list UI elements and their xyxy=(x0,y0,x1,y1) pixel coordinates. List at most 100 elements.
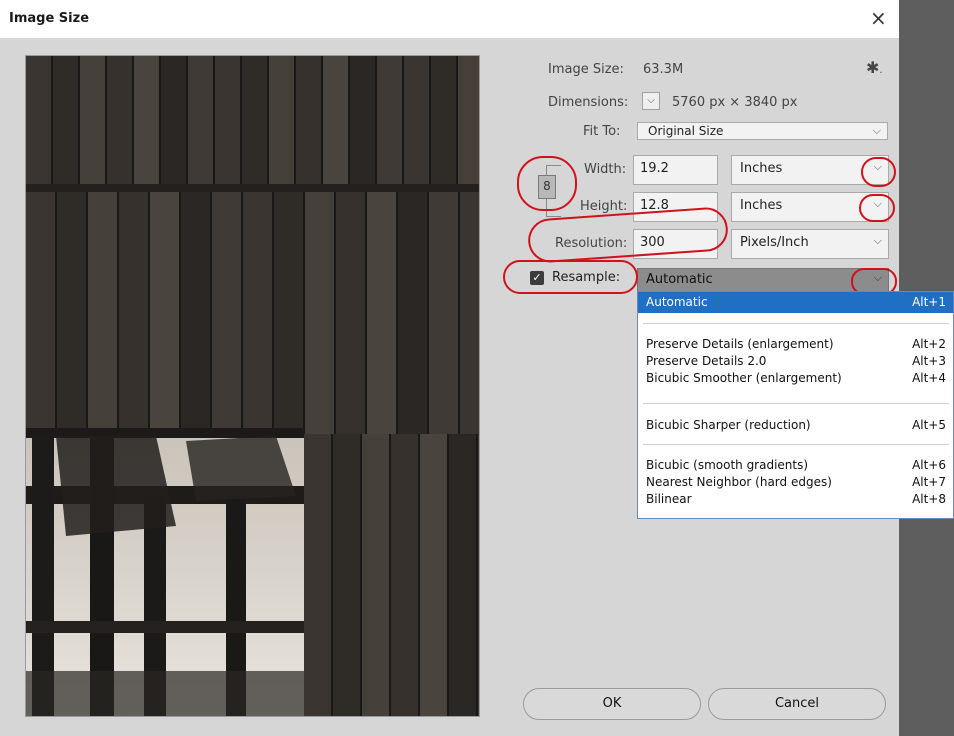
option-shortcut: Alt+2 xyxy=(912,337,946,351)
board-gap xyxy=(348,56,350,186)
resample-option-automatic[interactable]: Automatic Alt+1 xyxy=(646,295,946,309)
resample-option-bicubic-smoother[interactable]: Bicubic Smoother (enlargement) Alt+4 xyxy=(646,371,946,385)
wood-board xyxy=(107,56,132,186)
ok-button[interactable]: OK xyxy=(523,688,701,720)
wood-board xyxy=(242,56,267,186)
width-input[interactable]: 19.2 xyxy=(633,155,718,185)
option-shortcut: Alt+6 xyxy=(912,458,946,472)
resample-option-nearest-neighbor[interactable]: Nearest Neighbor (hard edges) Alt+7 xyxy=(646,475,946,489)
board-gap xyxy=(132,56,134,186)
wood-board xyxy=(458,56,479,186)
option-label: Nearest Neighbor (hard edges) xyxy=(646,475,832,489)
dimensions-value: 5760 px × 3840 px xyxy=(672,95,798,110)
wood-board xyxy=(88,192,117,434)
wood-board xyxy=(377,56,402,186)
option-label: Bilinear xyxy=(646,492,692,506)
image-size-label: Image Size: xyxy=(548,62,624,77)
board-gap xyxy=(267,56,269,186)
wood-board xyxy=(429,192,458,434)
board-gap xyxy=(389,434,391,716)
board-gap xyxy=(117,192,119,434)
board-gap xyxy=(213,56,215,186)
option-shortcut: Alt+3 xyxy=(912,354,946,368)
width-label: Width: xyxy=(584,162,627,177)
board-gap xyxy=(429,56,431,186)
resample-dropdown-list: Automatic Alt+1 Preserve Details (enlarge… xyxy=(637,291,954,519)
title-bar: Image Size × xyxy=(0,0,899,38)
resample-option-preserve-details-2[interactable]: Preserve Details 2.0 Alt+3 xyxy=(646,354,946,368)
cancel-button[interactable]: Cancel xyxy=(708,688,886,720)
wood-board xyxy=(460,192,479,434)
wood-board xyxy=(134,56,159,186)
close-icon[interactable]: × xyxy=(870,6,887,30)
board-gap xyxy=(365,192,367,434)
board-gap xyxy=(396,192,398,434)
chevron-down-icon: ⌵ xyxy=(873,234,882,247)
wood-board xyxy=(391,434,418,716)
board-gap xyxy=(375,56,377,186)
option-label: Automatic xyxy=(646,295,708,309)
width-unit-value: Inches xyxy=(740,161,783,176)
board-gap xyxy=(427,192,429,434)
separator xyxy=(643,403,949,404)
option-label: Bicubic (smooth gradients) xyxy=(646,458,809,472)
wood-board xyxy=(188,56,213,186)
board-gap xyxy=(55,192,57,434)
option-label: Preserve Details 2.0 xyxy=(646,354,767,368)
board-gap xyxy=(241,192,243,434)
dimensions-label: Dimensions: xyxy=(548,95,629,110)
wood-board xyxy=(26,56,51,186)
resample-option-bicubic[interactable]: Bicubic (smooth gradients) Alt+6 xyxy=(646,458,946,472)
board-gap xyxy=(148,192,150,434)
barn-preview-image xyxy=(26,56,479,716)
wood-board xyxy=(80,56,105,186)
board-gap xyxy=(447,434,449,716)
option-shortcut: Alt+1 xyxy=(912,295,946,309)
wood-board xyxy=(161,56,186,186)
wood-board xyxy=(119,192,148,434)
wood-board xyxy=(26,192,55,434)
dimensions-dropdown-icon[interactable]: ⌵ xyxy=(642,92,660,110)
resolution-unit-select[interactable]: Pixels/Inch ⌵ xyxy=(731,229,889,259)
board-gap xyxy=(360,434,362,716)
resample-option-bilinear[interactable]: Bilinear Alt+8 xyxy=(646,492,946,506)
board-gap xyxy=(294,56,296,186)
fit-to-label: Fit To: xyxy=(583,124,621,139)
image-preview[interactable] xyxy=(25,55,480,717)
board-gap xyxy=(159,56,161,186)
wood-board xyxy=(478,434,479,716)
annotation-circle-height-unit xyxy=(859,194,895,222)
option-shortcut: Alt+8 xyxy=(912,492,946,506)
wood-board xyxy=(57,192,86,434)
board-gap xyxy=(272,192,274,434)
annotation-circle-link xyxy=(517,156,577,211)
board-gap xyxy=(476,434,478,716)
resample-option-bicubic-sharper[interactable]: Bicubic Sharper (reduction) Alt+5 xyxy=(646,418,946,432)
option-shortcut: Alt+5 xyxy=(912,418,946,432)
resample-value: Automatic xyxy=(646,272,713,287)
wood-board xyxy=(305,192,334,434)
wood-board xyxy=(323,56,348,186)
fit-to-value: Original Size xyxy=(648,124,724,138)
board-gap xyxy=(210,192,212,434)
wood-board xyxy=(53,56,78,186)
height-label: Height: xyxy=(580,199,628,214)
board-gap xyxy=(78,56,80,186)
wood-board xyxy=(404,56,429,186)
wood-board xyxy=(367,192,396,434)
annotation-circle-width-unit xyxy=(861,157,896,187)
height-unit-value: Inches xyxy=(740,198,783,213)
resample-option-preserve-details[interactable]: Preserve Details (enlargement) Alt+2 xyxy=(646,337,946,351)
wood-board xyxy=(150,192,179,434)
board-gap xyxy=(179,192,181,434)
wood-board xyxy=(269,56,294,186)
wood-board xyxy=(398,192,427,434)
wood-board xyxy=(350,56,375,186)
board-gap xyxy=(402,56,404,186)
fit-to-select[interactable]: Original Size ⌵ xyxy=(637,122,888,140)
board-gap xyxy=(321,56,323,186)
wood-board xyxy=(215,56,240,186)
wood-board xyxy=(362,434,389,716)
board-gap xyxy=(456,56,458,186)
gear-icon[interactable]: ✱. xyxy=(866,58,883,77)
